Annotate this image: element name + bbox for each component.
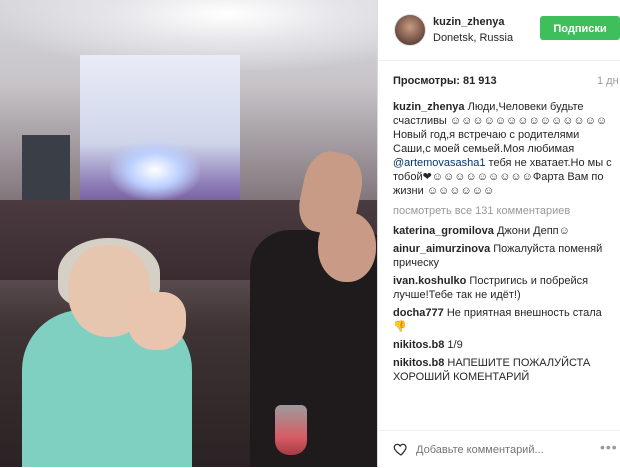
post-time[interactable]: 1 дн: [597, 75, 619, 87]
comment-text: Джони Депп☺: [496, 225, 570, 237]
woman-waving-hand: [128, 292, 186, 350]
more-options-icon[interactable]: •••: [600, 439, 618, 455]
wine-glass: [275, 405, 307, 455]
post-header: kuzin_zhenya Donetsk, Russia Подписки: [378, 0, 620, 61]
view-all-comments-link[interactable]: посмотреть все 131 комментариев: [393, 204, 613, 218]
instagram-post: kuzin_zhenya Donetsk, Russia Подписки Пр…: [0, 0, 620, 467]
comment: ivan.koshulko Постригись и побрейся лучш…: [393, 274, 613, 302]
views-count: 81 913: [462, 75, 497, 87]
comment: ainur_aimurzinova Пожалуйста поменяй при…: [393, 242, 613, 270]
header-location[interactable]: Donetsk, Russia: [433, 32, 513, 44]
comment-username[interactable]: katerina_gromilova: [393, 225, 494, 237]
comment: nikitos.b8 1/9: [393, 338, 613, 352]
comment-username[interactable]: nikitos.b8: [393, 339, 444, 351]
comment-username[interactable]: ainur_aimurzinova: [393, 243, 490, 255]
views-row: Просмотры: 81 913: [393, 75, 497, 87]
caption: kuzin_zhenya Люди,Человеки будьте счастл…: [393, 100, 613, 198]
heart-icon[interactable]: [393, 441, 409, 457]
caption-mention[interactable]: @artemovasasha1: [393, 157, 486, 169]
comment-text: 1/9: [447, 339, 463, 351]
post-video[interactable]: [0, 0, 377, 467]
comment-username[interactable]: docha777: [393, 307, 444, 319]
comment: docha777 Не приятная внешность стала👎: [393, 306, 613, 334]
comment-username[interactable]: nikitos.b8: [393, 357, 444, 369]
add-comment-bar: •••: [378, 430, 620, 468]
views-label: Просмотры:: [393, 75, 460, 87]
comment-username[interactable]: ivan.koshulko: [393, 275, 466, 287]
avatar[interactable]: [394, 14, 426, 46]
header-username[interactable]: kuzin_zhenya: [433, 16, 505, 28]
comment-input[interactable]: [414, 438, 598, 462]
stage-light: [110, 140, 200, 200]
follow-button[interactable]: Подписки: [540, 16, 620, 40]
post-side-panel: kuzin_zhenya Donetsk, Russia Подписки Пр…: [378, 0, 620, 467]
caption-username[interactable]: kuzin_zhenya: [393, 101, 465, 113]
comment: nikitos.b8 НАПЕШИТЕ ПОЖАЛУЙСТА ХОРОШИЙ К…: [393, 356, 613, 384]
comment: katerina_gromilova Джони Депп☺: [393, 224, 613, 238]
comments-list[interactable]: kuzin_zhenya Люди,Человеки будьте счастл…: [393, 100, 613, 430]
